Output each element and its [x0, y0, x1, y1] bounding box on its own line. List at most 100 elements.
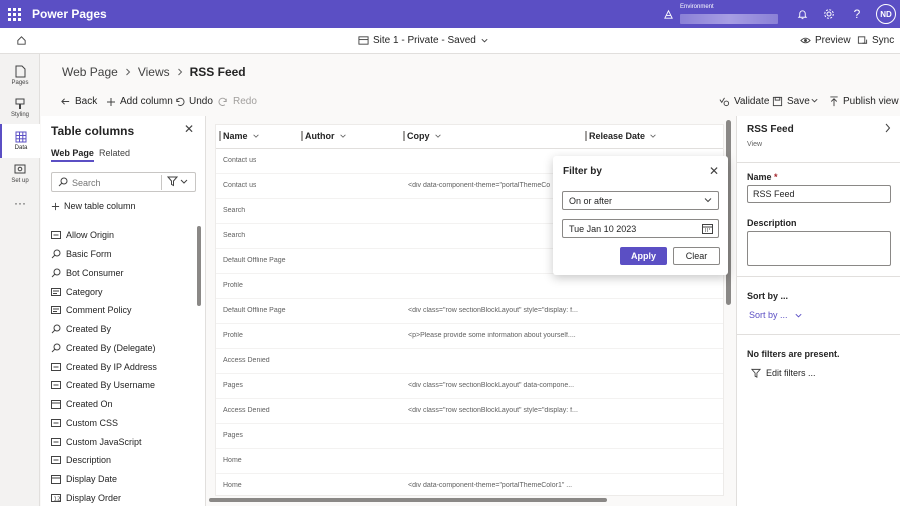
column-item[interactable]: Basic Form	[51, 245, 201, 264]
rail-item-styling[interactable]: Styling	[0, 91, 40, 125]
column-item[interactable]: Display Date	[51, 470, 201, 489]
preview-button[interactable]: Preview	[800, 35, 851, 46]
validate-button[interactable]: Validate	[719, 96, 769, 107]
column-item[interactable]: Created By	[51, 320, 201, 339]
filter-date-input[interactable]: Tue Jan 10 2023	[562, 219, 719, 238]
sync-button[interactable]: Sync	[857, 35, 894, 46]
column-item[interactable]: Custom JavaScript	[51, 432, 201, 451]
undo-label: Undo	[189, 96, 213, 107]
column-item-label: Display Order	[66, 492, 122, 503]
sort-by-value: Sort by ...	[749, 310, 788, 320]
help-button[interactable]: ?	[849, 6, 865, 22]
close-icon: ✕	[709, 164, 720, 178]
grid-horizontal-scrollbar[interactable]	[209, 498, 607, 502]
text-field-icon	[51, 437, 61, 446]
column-item[interactable]: Comment Policy	[51, 301, 201, 320]
back-button[interactable]: Back	[60, 96, 97, 107]
column-item-label: Custom JavaScript	[66, 436, 142, 447]
table-row[interactable]: Access Denied	[216, 349, 723, 374]
environment-selector[interactable]: Environment	[678, 3, 782, 25]
save-options-button[interactable]	[810, 96, 819, 105]
column-item-label: Display Date	[66, 474, 118, 485]
environment-icon	[660, 6, 676, 22]
close-filter-button[interactable]: ✕	[709, 164, 719, 178]
column-header-release-date[interactable]: Release Date	[589, 131, 657, 141]
avatar[interactable]: ND	[876, 4, 896, 24]
table-row[interactable]: Home	[216, 449, 723, 474]
column-header-author[interactable]: Author	[305, 131, 347, 141]
column-resize-handle[interactable]	[585, 131, 587, 141]
tab-related[interactable]: Related	[99, 148, 130, 158]
filter-operator-dropdown[interactable]: On or after	[562, 191, 719, 210]
calendar-icon	[51, 475, 61, 485]
column-item[interactable]: Category	[51, 282, 201, 301]
rail-more-button[interactable]: ···	[0, 186, 40, 220]
view-name-input[interactable]: RSS Feed	[747, 185, 891, 203]
column-item[interactable]: 12 Display Order	[51, 489, 201, 506]
properties-subtitle: View	[747, 141, 763, 148]
breadcrumb-current: RSS Feed	[189, 65, 246, 79]
table-row[interactable]: Pages	[216, 424, 723, 449]
column-item[interactable]: Custom CSS	[51, 414, 201, 433]
sort-by-dropdown[interactable]: Sort by ...	[749, 310, 803, 320]
cell-copy: <div class="row sectionBlockLayout" data…	[408, 382, 575, 389]
column-header-name[interactable]: Name	[223, 131, 260, 141]
column-search-input[interactable]	[72, 176, 160, 189]
column-resize-handle[interactable]	[403, 131, 405, 141]
rail-item-data[interactable]: Data	[0, 124, 40, 158]
table-row[interactable]: Pages <div class="row sectionBlockLayout"…	[216, 374, 723, 399]
table-row[interactable]: Default Offline Page <div class="row sect…	[216, 299, 723, 324]
column-item[interactable]: Created On	[51, 395, 201, 414]
new-table-column-button[interactable]: New table column	[51, 201, 136, 211]
add-column-button[interactable]: Add column	[106, 96, 173, 107]
apply-button[interactable]: Apply	[620, 247, 667, 265]
breadcrumb-web-page[interactable]: Web Page	[62, 65, 118, 79]
column-item[interactable]: Bot Consumer	[51, 264, 201, 283]
cell-name: Profile	[223, 282, 243, 289]
column-item[interactable]: Created By (Delegate)	[51, 339, 201, 358]
table-row[interactable]: Profile <p>Please provide some informatio…	[216, 324, 723, 349]
site-selector[interactable]: Site 1 - Private - Saved	[358, 35, 489, 46]
chevron-down-icon	[339, 134, 346, 138]
app-launcher-button[interactable]	[0, 0, 28, 28]
more-icon: ···	[14, 196, 26, 210]
column-item[interactable]: Description	[51, 451, 201, 470]
column-header-copy[interactable]: Copy	[407, 131, 442, 141]
column-list-scrollbar[interactable]	[197, 226, 201, 306]
column-header-label: Name	[223, 131, 248, 141]
settings-button[interactable]	[821, 6, 837, 22]
rail-item-pages[interactable]: Pages	[0, 58, 40, 92]
edit-filters-button[interactable]: Edit filters ...	[751, 368, 816, 378]
column-resize-handle[interactable]	[219, 131, 221, 141]
chevron-down-icon	[794, 313, 802, 317]
preview-label: Preview	[815, 35, 851, 46]
cell-name: Default Offline Page	[223, 307, 286, 314]
home-button[interactable]	[16, 35, 27, 49]
calendar-icon[interactable]	[702, 223, 713, 234]
rail-label-pages: Pages	[11, 79, 29, 86]
publish-view-button[interactable]: Publish view	[829, 96, 899, 107]
collapse-panel-button[interactable]	[883, 122, 892, 136]
table-row[interactable]: Profile	[216, 274, 723, 299]
cell-copy: <div class="row sectionBlockLayout" styl…	[408, 307, 578, 314]
column-item[interactable]: Created By Username	[51, 376, 201, 395]
column-item[interactable]: Created By IP Address	[51, 357, 201, 376]
column-item[interactable]: Allow Origin	[51, 226, 201, 245]
close-panel-button[interactable]: ✕	[184, 122, 194, 136]
tab-web-page[interactable]: Web Page	[51, 148, 94, 162]
save-button[interactable]: Save	[772, 96, 810, 107]
notifications-button[interactable]	[794, 6, 810, 22]
description-label: Description	[747, 218, 797, 228]
undo-button[interactable]: Undo	[174, 96, 213, 107]
table-row[interactable]: Home <div data-component-theme="portalThe…	[216, 474, 723, 495]
number-icon: 12	[51, 493, 61, 502]
view-description-input[interactable]	[747, 231, 891, 266]
site-icon	[358, 36, 369, 45]
redo-button[interactable]: Redo	[218, 96, 257, 107]
table-row[interactable]: Access Denied <div class="row sectionBloc…	[216, 399, 723, 424]
breadcrumb-views[interactable]: Views	[138, 65, 170, 79]
column-resize-handle[interactable]	[301, 131, 303, 141]
search-divider	[161, 175, 162, 190]
filter-columns-button[interactable]	[166, 176, 189, 190]
clear-button[interactable]: Clear	[673, 247, 720, 265]
